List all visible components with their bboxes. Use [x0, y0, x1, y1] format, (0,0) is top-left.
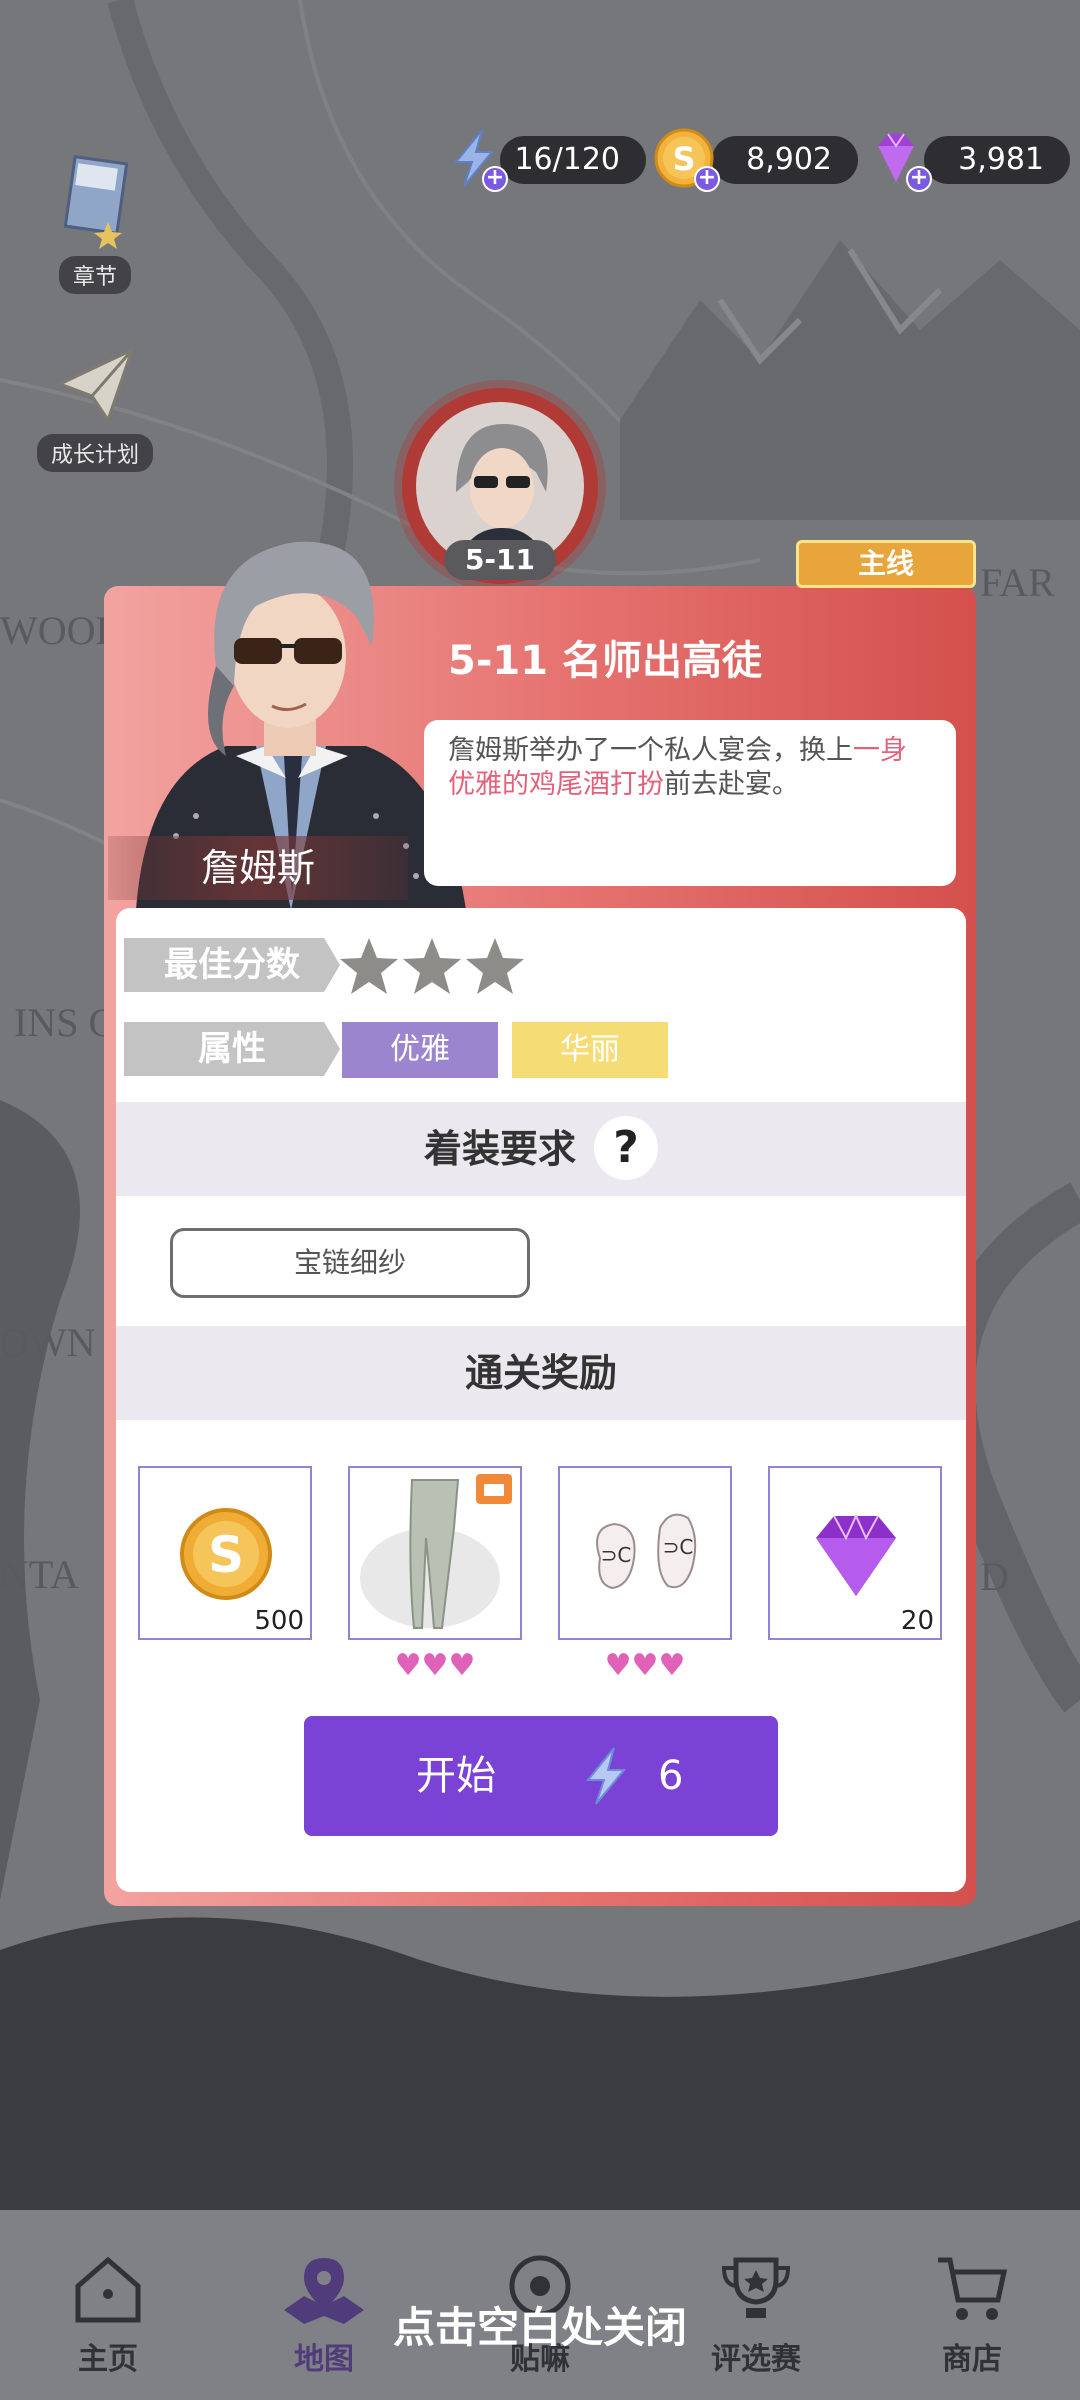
add-energy-button[interactable]: + [482, 166, 508, 192]
gem-icon [816, 1513, 896, 1596]
gem-counter: 3,981 [924, 136, 1070, 184]
reward-quantity: 20 [900, 1606, 934, 1636]
pants-icon [360, 1474, 512, 1629]
reward-gems[interactable]: 20 [768, 1466, 942, 1640]
svg-text:S: S [672, 140, 695, 178]
level-info-card: 最佳分数 属性 优雅 华丽 着装要求? 宝链细纱 通关奖励 S 500 ♥♥♥ [116, 908, 966, 1892]
book-icon [63, 155, 129, 249]
start-button[interactable]: 开始 6 [304, 1716, 778, 1836]
close-hint: 点击空白处关闭 [392, 2303, 687, 2352]
lightning-icon [585, 1747, 627, 1805]
svg-text:NTA: NTA [0, 1552, 79, 1597]
coin-icon: S [180, 1508, 272, 1600]
attribute-text: 属性 [198, 1029, 266, 1069]
best-score-label: 最佳分数 [124, 938, 340, 992]
svg-text:⊃C: ⊃C [601, 1543, 632, 1567]
star-icon [340, 938, 398, 994]
add-coins-button[interactable]: + [694, 166, 720, 192]
reward-quantity: 500 [254, 1606, 304, 1636]
attribute-label: 属性 [124, 1022, 340, 1076]
star-icon [403, 938, 461, 994]
start-label: 开始 [416, 1753, 496, 1799]
rewards-header: 通关奖励 [116, 1326, 966, 1420]
energy-cost: 6 [658, 1753, 684, 1799]
help-icon[interactable]: ? [594, 1115, 658, 1180]
coin-value: 8,902 [746, 142, 832, 177]
best-score-text: 最佳分数 [164, 945, 300, 985]
gem-value: 3,981 [958, 142, 1044, 177]
reward-sandals[interactable]: ⊃C ⊃C [558, 1466, 732, 1640]
star-icon [466, 938, 524, 994]
reward-coins[interactable]: S 500 [138, 1466, 312, 1640]
growth-plan-button[interactable]: 成长计划 [32, 340, 158, 472]
paper-plane-icon [56, 347, 135, 424]
svg-text:OWN: OWN [0, 1320, 96, 1365]
description-text-end: 前去赴宴。 [664, 769, 799, 800]
svg-text:INS C: INS C [14, 1000, 115, 1045]
sandals-icon: ⊃C ⊃C [596, 1513, 697, 1590]
level-title: 5-11 名师出高徒 [448, 638, 763, 684]
main-story-ribbon: 主线 [796, 540, 976, 588]
dress-requirement-header: 着装要求? [116, 1102, 966, 1196]
reward-sandals-hearts: ♥♥♥ [604, 1648, 686, 1683]
character-name: 詹姆斯 [108, 836, 408, 900]
svg-text:⊃C: ⊃C [663, 1535, 694, 1559]
coin-counter: 8,902 [712, 136, 858, 184]
svg-text:FAR: FAR [980, 560, 1055, 605]
attribute-tag-gorgeous: 华丽 [512, 1022, 668, 1078]
requirement-tag: 宝链细纱 [170, 1228, 530, 1298]
add-gems-button[interactable]: + [906, 166, 932, 192]
dress-requirement-title: 着装要求 [423, 1127, 576, 1171]
svg-text:D: D [980, 1554, 1009, 1599]
growth-plan-label: 成长计划 [36, 434, 153, 472]
attribute-tag-elegant: 优雅 [342, 1022, 498, 1078]
svg-text:S: S [208, 1526, 244, 1584]
reward-pants-hearts: ♥♥♥ [394, 1648, 476, 1683]
energy-value: 16/120 [514, 142, 620, 177]
rewards-title: 通关奖励 [464, 1351, 617, 1395]
chapter-label: 章节 [58, 256, 131, 294]
reward-pants[interactable] [348, 1466, 522, 1640]
level-description: 詹姆斯举办了一个私人宴会，换上一身优雅的鸡尾酒打扮前去赴宴。 [424, 720, 956, 886]
chapter-button[interactable]: 章节 [32, 152, 158, 294]
description-text: 詹姆斯举办了一个私人宴会，换上 [448, 735, 853, 766]
energy-counter: 16/120 [500, 136, 646, 184]
